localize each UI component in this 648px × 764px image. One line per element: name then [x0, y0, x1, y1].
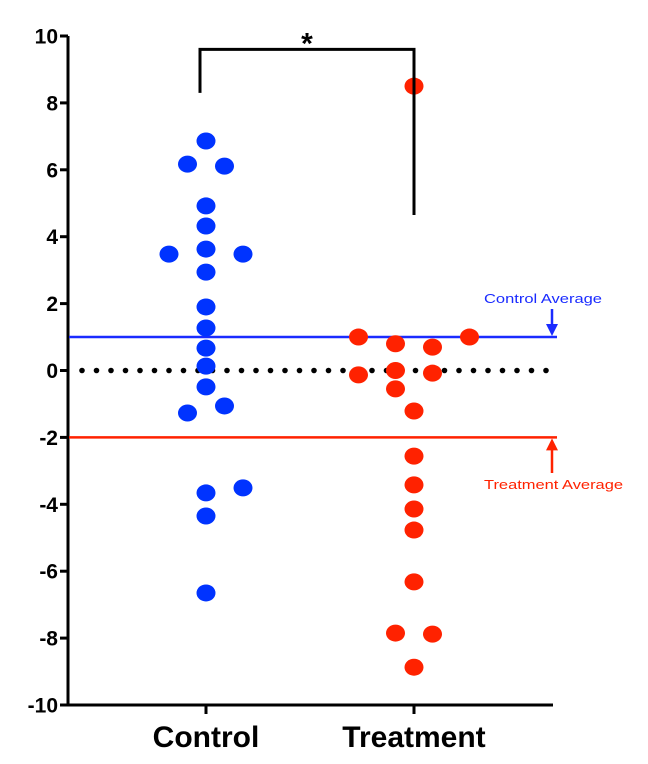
- y-tick-label: 10: [35, 26, 58, 49]
- control-point: [196, 217, 216, 235]
- control-point: [196, 263, 216, 281]
- control-point: [196, 584, 216, 602]
- zero-line-dot: [267, 367, 274, 374]
- control-point: [196, 507, 216, 525]
- control-point: [196, 132, 216, 150]
- zero-line-dot: [151, 367, 158, 374]
- zero-line-dot: [340, 367, 346, 374]
- y-tick-label: -8: [39, 628, 58, 651]
- treatment-point: [404, 573, 424, 591]
- zero-line-dot: [543, 367, 549, 374]
- control-point: [178, 404, 197, 422]
- scatter-chart: 10 8 6 4 2 0 -2 -4 -6 -8 -10 Control Average Treat…: [28, 26, 623, 755]
- zero-line-dot: [93, 367, 100, 374]
- control-points: [159, 132, 253, 602]
- zero-line-dot: [180, 367, 187, 374]
- control-point: [196, 197, 216, 215]
- zero-line-dot: [122, 367, 129, 374]
- zero-line-dot: [485, 367, 491, 374]
- control-point: [233, 479, 253, 497]
- control-point: [196, 298, 216, 316]
- data-points: [159, 77, 479, 676]
- treatment-point: [404, 476, 424, 494]
- treatment-point: [349, 328, 368, 346]
- zero-line-dot: [470, 367, 477, 374]
- control-average-label: Control Average: [484, 291, 602, 306]
- category-label-control: Control: [153, 721, 260, 754]
- treatment-point: [404, 447, 424, 465]
- treatment-point: [386, 335, 405, 353]
- control-point: [196, 484, 216, 502]
- y-tick-label: -6: [39, 561, 58, 584]
- control-average-arrow-icon: [546, 324, 558, 337]
- control-point: [233, 245, 253, 263]
- treatment-average-arrow-icon: [546, 438, 558, 451]
- y-tick-label: -4: [39, 494, 58, 517]
- category-label-treatment: Treatment: [342, 721, 485, 754]
- zero-line-dot: [369, 367, 375, 374]
- control-point: [196, 319, 216, 337]
- y-tick-label: 0: [46, 360, 58, 383]
- y-tick-label: 2: [46, 293, 58, 316]
- zero-line-dot: [253, 367, 259, 374]
- zero-line-dot: [325, 367, 332, 374]
- y-tick-label: 6: [46, 159, 58, 182]
- treatment-point: [404, 500, 424, 518]
- zero-line-dot: [528, 367, 535, 374]
- control-point: [178, 155, 197, 173]
- zero-line-dot: [238, 367, 245, 374]
- zero-line-dot: [296, 367, 303, 374]
- treatment-point: [404, 402, 424, 420]
- treatment-point: [349, 366, 368, 384]
- y-tick-label: 8: [46, 92, 58, 115]
- control-point: [215, 157, 234, 175]
- zero-line-dot: [108, 367, 114, 374]
- zero-line-dot: [282, 367, 288, 374]
- control-point: [215, 397, 234, 415]
- control-point: [196, 240, 216, 258]
- treatment-average-label: Treatment Average: [484, 477, 623, 492]
- annotations: Control Average Treatment Average *: [198, 27, 623, 492]
- significance-bracket: [198, 47, 416, 215]
- treatment-point: [386, 380, 405, 398]
- control-point: [159, 245, 179, 263]
- zero-line-dot: [79, 367, 85, 374]
- treatment-point: [423, 364, 442, 382]
- zero-line-dot: [412, 367, 419, 374]
- zero-line-dot: [499, 367, 506, 374]
- zero-line-dot: [137, 367, 143, 374]
- control-point: [196, 339, 216, 357]
- control-point: [196, 357, 216, 375]
- control-point: [196, 378, 216, 396]
- reference-lines: [69, 335, 557, 439]
- zero-line-dot: [311, 367, 317, 374]
- y-tick-label: -10: [28, 695, 58, 718]
- treatment-point: [386, 362, 405, 379]
- treatment-point: [404, 521, 424, 539]
- zero-line-dot: [166, 367, 172, 374]
- zero-line-dot: [224, 367, 230, 374]
- y-tick-label: 4: [46, 226, 58, 249]
- zero-line-dot: [456, 367, 462, 374]
- treatment-point: [404, 658, 424, 676]
- treatment-point: [423, 338, 442, 356]
- treatment-point: [423, 625, 442, 643]
- category-labels: Control Treatment: [153, 721, 486, 754]
- treatment-point: [386, 624, 405, 642]
- zero-dotted-line: [79, 367, 549, 374]
- treatment-point: [460, 328, 479, 346]
- y-tick-label: -2: [39, 427, 58, 450]
- zero-line-dot: [441, 367, 448, 374]
- zero-line-dot: [514, 367, 520, 374]
- significance-asterisk: *: [301, 27, 313, 60]
